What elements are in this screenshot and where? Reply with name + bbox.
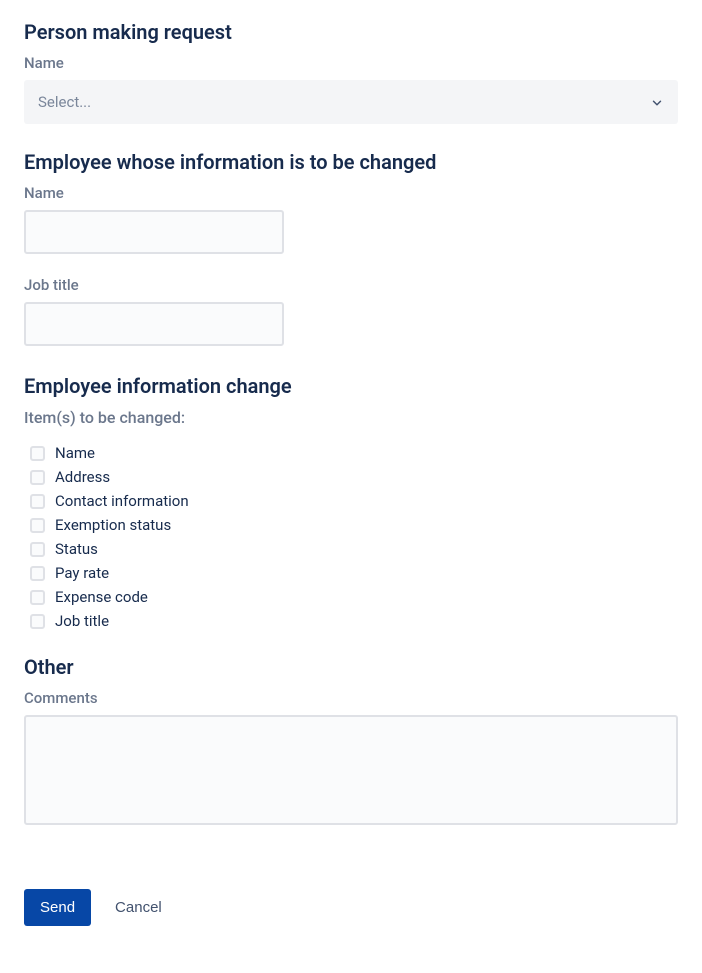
change-items-list: Name Address Contact information Exempti… bbox=[24, 441, 678, 633]
list-item: Pay rate bbox=[30, 561, 678, 585]
label-employee-jobtitle: Job title bbox=[24, 276, 678, 294]
checkbox-label[interactable]: Pay rate bbox=[55, 564, 109, 582]
requester-name-select[interactable]: Select... bbox=[24, 80, 678, 124]
checkbox-label[interactable]: Job title bbox=[55, 612, 109, 630]
list-item: Status bbox=[30, 537, 678, 561]
checkbox-label[interactable]: Status bbox=[55, 540, 98, 558]
checkbox-jobtitle[interactable] bbox=[30, 614, 45, 629]
chevron-down-icon bbox=[650, 95, 664, 109]
list-item: Contact information bbox=[30, 489, 678, 513]
employee-jobtitle-input[interactable] bbox=[24, 302, 284, 346]
list-item: Name bbox=[30, 441, 678, 465]
checkbox-label[interactable]: Exemption status bbox=[55, 516, 171, 534]
section-heading-requester: Person making request bbox=[24, 20, 678, 44]
list-item: Exemption status bbox=[30, 513, 678, 537]
section-heading-employee: Employee whose information is to be chan… bbox=[24, 150, 678, 174]
checkbox-label[interactable]: Expense code bbox=[55, 588, 148, 606]
section-heading-change: Employee information change bbox=[24, 374, 678, 398]
label-employee-name: Name bbox=[24, 184, 678, 202]
comments-textarea[interactable] bbox=[24, 715, 678, 825]
checkbox-exemption[interactable] bbox=[30, 518, 45, 533]
cancel-button[interactable]: Cancel bbox=[111, 889, 166, 926]
send-button[interactable]: Send bbox=[24, 889, 91, 926]
checkbox-payrate[interactable] bbox=[30, 566, 45, 581]
form-actions: Send Cancel bbox=[24, 889, 678, 926]
checkbox-label[interactable]: Contact information bbox=[55, 492, 189, 510]
list-item: Job title bbox=[30, 609, 678, 633]
label-requester-name: Name bbox=[24, 54, 678, 72]
checkbox-contact[interactable] bbox=[30, 494, 45, 509]
checkbox-expense[interactable] bbox=[30, 590, 45, 605]
checkbox-label[interactable]: Name bbox=[55, 444, 95, 462]
list-item: Expense code bbox=[30, 585, 678, 609]
section-heading-other: Other bbox=[24, 655, 678, 679]
checkbox-name[interactable] bbox=[30, 446, 45, 461]
select-placeholder: Select... bbox=[38, 93, 91, 111]
checkbox-address[interactable] bbox=[30, 470, 45, 485]
checkbox-label[interactable]: Address bbox=[55, 468, 110, 486]
list-item: Address bbox=[30, 465, 678, 489]
checkbox-status[interactable] bbox=[30, 542, 45, 557]
label-items-to-change: Item(s) to be changed: bbox=[24, 408, 678, 427]
label-comments: Comments bbox=[24, 689, 678, 707]
employee-name-input[interactable] bbox=[24, 210, 284, 254]
